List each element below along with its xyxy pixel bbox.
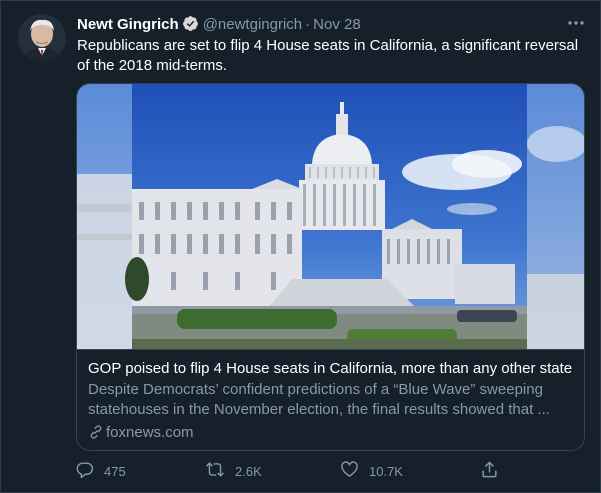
retweet-icon (205, 460, 235, 482)
avatar-photo (18, 14, 66, 62)
retweet-count: 2.6K (235, 463, 262, 479)
reply-button[interactable]: 475 (75, 460, 126, 482)
tweet-date[interactable]: Nov 28 (313, 16, 361, 33)
verified-badge-icon (182, 15, 199, 38)
separator: · (305, 16, 311, 33)
card-source-domain[interactable]: foxnews.com (106, 424, 194, 441)
card-description: Despite Democrats’ confident predictions… (88, 381, 550, 418)
author-handle[interactable]: @newtgingrich (203, 16, 302, 33)
share-button[interactable] (480, 460, 509, 482)
heart-icon (340, 460, 369, 482)
card-body[interactable]: GOP poised to flip 4 House seats in Cali… (77, 349, 584, 450)
avatar[interactable] (18, 14, 66, 62)
tweet-header: Newt Gingrich @newtgingrich · Nov 28 (77, 15, 586, 35)
tweet-actions: 475 2.6K 10.7K (75, 460, 505, 482)
capitol-building-image (77, 84, 584, 349)
tweet-container: Newt Gingrich @newtgingrich · Nov 28 Republ… (0, 0, 601, 493)
like-count: 10.7K (369, 463, 403, 479)
more-options-icon[interactable] (566, 16, 586, 30)
reply-count: 475 (104, 463, 126, 479)
like-button[interactable]: 10.7K (340, 460, 403, 482)
tweet-text: Republicans are set to flip 4 House seat… (77, 37, 579, 74)
card-image[interactable] (77, 84, 584, 349)
card-title[interactable]: GOP poised to flip 4 House seats in Cali… (88, 359, 573, 379)
link-icon (88, 424, 106, 441)
link-card[interactable]: GOP poised to flip 4 House seats in Cali… (76, 83, 585, 451)
reply-icon (75, 460, 104, 482)
card-source[interactable]: foxnews.com (88, 423, 573, 443)
share-icon (480, 460, 509, 482)
retweet-button[interactable]: 2.6K (205, 460, 262, 482)
author-name[interactable]: Newt Gingrich (77, 16, 179, 33)
